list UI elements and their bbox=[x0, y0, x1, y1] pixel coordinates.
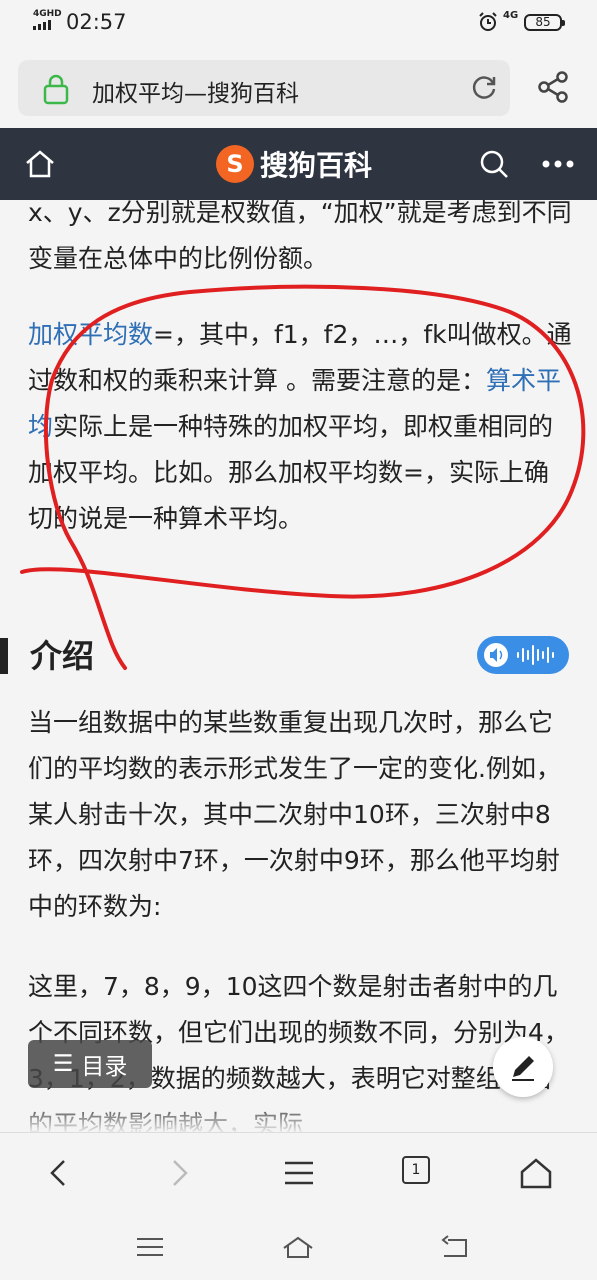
search-icon[interactable] bbox=[478, 148, 510, 180]
page-title: 加权平均—搜狗百科 bbox=[92, 81, 299, 107]
paragraph: 当一组数据中的某些数重复出现几次时，那么它们的平均数的表示形式发生了一定的变化.… bbox=[28, 708, 561, 921]
back-icon[interactable] bbox=[42, 1155, 78, 1191]
edit-icon[interactable] bbox=[493, 1037, 553, 1097]
paragraph: x、y、z分别就是权数值，“加权”就是考虑到不同变量在总体中的比例份额。 bbox=[28, 200, 572, 273]
brand-name: 搜狗百科 bbox=[260, 149, 373, 182]
recent-apps-icon[interactable] bbox=[133, 1230, 167, 1264]
section-title: 介绍 bbox=[30, 637, 95, 675]
brand-logo[interactable]: S 搜狗百科 bbox=[216, 144, 372, 184]
reload-icon[interactable] bbox=[470, 74, 498, 102]
signal-icon bbox=[33, 20, 51, 30]
address-bar[interactable]: 加权平均—搜狗百科 bbox=[18, 60, 510, 116]
toc-label: 目录 bbox=[81, 1054, 128, 1080]
menu-icon[interactable] bbox=[281, 1155, 317, 1191]
system-back-icon[interactable] bbox=[438, 1230, 472, 1264]
site-header: S 搜狗百科 bbox=[0, 128, 597, 200]
status-time: 02:57 bbox=[66, 10, 127, 34]
article-content: x、y、z分别就是权数值，“加权”就是考虑到不同变量在总体中的比例份额。 加权平… bbox=[0, 200, 597, 1132]
share-icon[interactable] bbox=[536, 70, 570, 104]
status-bar: 4GHD 02:57 4G 85 bbox=[0, 0, 597, 48]
more-icon[interactable] bbox=[540, 152, 576, 176]
browser-toolbar bbox=[0, 1132, 597, 1215]
forward-icon[interactable] bbox=[160, 1155, 196, 1191]
voice-icon[interactable] bbox=[477, 636, 569, 674]
content-fade bbox=[0, 1100, 597, 1134]
link-weighted-average[interactable]: 加权平均数 bbox=[28, 320, 153, 349]
section-marker bbox=[0, 638, 8, 674]
alarm-icon bbox=[479, 12, 497, 31]
lock-icon bbox=[43, 74, 69, 105]
system-home-icon[interactable] bbox=[281, 1230, 315, 1264]
network-type: 4G bbox=[503, 10, 519, 21]
browser-home-icon[interactable] bbox=[518, 1155, 554, 1191]
paragraph-text: 实际上是一种特殊的加权平均，即权重相同的加权平均。比如。那么加权平均数=，实际上… bbox=[28, 412, 554, 533]
system-nav-bar bbox=[0, 1214, 597, 1280]
toc-menu-icon: ☰ bbox=[52, 1051, 74, 1077]
network-label: 4GHD bbox=[33, 9, 62, 19]
toc-button[interactable]: ☰ 目录 bbox=[28, 1040, 152, 1088]
paragraph: 加权平均数=，其中，f1，f2，…，fk叫做权。通过数和权的乘积来计算 。需要注… bbox=[28, 312, 573, 542]
tabs-icon[interactable]: 1 bbox=[402, 1156, 430, 1184]
battery-icon: 85 bbox=[524, 14, 565, 31]
sogou-logo: S bbox=[216, 145, 254, 183]
home-icon[interactable] bbox=[24, 148, 56, 180]
